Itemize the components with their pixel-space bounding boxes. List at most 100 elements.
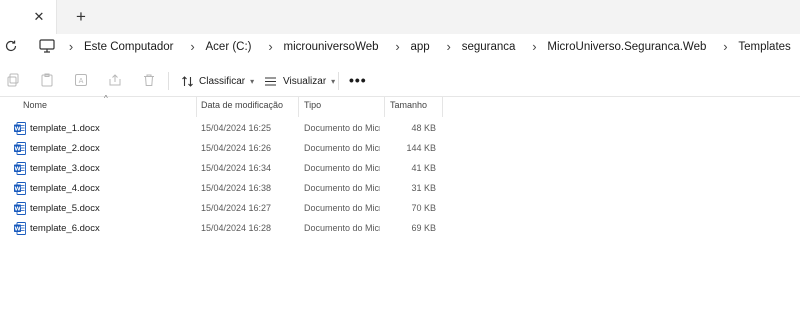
- word-document-icon: W: [14, 122, 26, 135]
- sort-label: Classificar: [199, 75, 246, 87]
- file-list: Wtemplate_1.docx 15/04/2024 16:25 Document…: [0, 119, 800, 239]
- file-size: 48 KB: [411, 123, 436, 133]
- file-date-modified: 15/04/2024 16:26: [201, 143, 272, 153]
- file-name[interactable]: template_2.docx: [30, 143, 100, 154]
- word-document-icon: W: [14, 222, 26, 235]
- view-button[interactable]: Visualizar ▾: [264, 72, 335, 90]
- chevron-right-icon[interactable]: ›: [391, 39, 405, 54]
- list-view-icon: [265, 76, 276, 86]
- svg-text:W: W: [14, 187, 20, 193]
- file-row[interactable]: Wtemplate_5.docx 15/04/2024 16:27 Document…: [0, 199, 800, 219]
- file-size: 31 KB: [411, 183, 436, 193]
- active-tab[interactable]: ✕: [0, 0, 57, 34]
- breadcrumb-item[interactable]: › Acer (C:): [184, 39, 262, 54]
- file-type: Documento do Microsoft Word: [304, 123, 380, 133]
- chevron-right-icon[interactable]: ›: [64, 39, 78, 54]
- breadcrumb-item[interactable]: › app: [389, 39, 440, 54]
- file-row[interactable]: Wtemplate_6.docx 15/04/2024 16:28 Document…: [0, 219, 800, 239]
- toolbar-separator: [338, 72, 339, 90]
- file-row[interactable]: Wtemplate_3.docx 15/04/2024 16:34 Document…: [0, 159, 800, 179]
- column-headers: ^ Nome Data de modificação Tipo Tamanho: [0, 94, 800, 117]
- file-date-modified: 15/04/2024 16:34: [201, 163, 272, 173]
- chevron-down-icon: ▾: [331, 76, 336, 86]
- column-divider[interactable]: [384, 97, 385, 117]
- copy-icon[interactable]: [6, 73, 20, 87]
- file-row[interactable]: Wtemplate_2.docx 15/04/2024 16:26 Document…: [0, 139, 800, 159]
- file-size: 70 KB: [411, 203, 436, 213]
- file-size: 41 KB: [411, 163, 436, 173]
- breadcrumb-label[interactable]: Templates: [738, 41, 790, 53]
- breadcrumb-label[interactable]: MicroUniverso.Seguranca.Web: [547, 41, 706, 53]
- breadcrumb: › Este Computador › Acer (C:) › microuniverso…: [62, 34, 800, 59]
- toolbar-separator: [168, 72, 169, 90]
- share-icon[interactable]: [108, 73, 122, 87]
- svg-text:A: A: [79, 77, 84, 85]
- refresh-icon[interactable]: [3, 38, 19, 54]
- breadcrumb-item[interactable]: › microuniversoWeb: [262, 39, 389, 54]
- delete-icon[interactable]: [142, 73, 156, 87]
- address-bar-row: › Este Computador › Acer (C:) › microuniverso…: [0, 34, 800, 59]
- sort-icon: [182, 75, 193, 87]
- file-type: Documento do Microsoft Word: [304, 163, 380, 173]
- sort-button[interactable]: Classificar ▾: [181, 72, 254, 90]
- breadcrumb-label[interactable]: seguranca: [462, 41, 516, 53]
- file-name[interactable]: template_4.docx: [30, 183, 100, 194]
- column-divider[interactable]: [442, 97, 443, 117]
- breadcrumb-item[interactable]: › seguranca: [440, 39, 526, 54]
- word-document-icon: W: [14, 162, 26, 175]
- file-row[interactable]: Wtemplate_4.docx 15/04/2024 16:38 Document…: [0, 179, 800, 199]
- chevron-right-icon[interactable]: ›: [718, 39, 732, 54]
- file-size: 144 KB: [406, 143, 436, 153]
- file-name[interactable]: template_6.docx: [30, 223, 100, 234]
- sort-ascending-icon: ^: [104, 94, 108, 103]
- computer-icon[interactable]: [39, 39, 55, 53]
- file-row[interactable]: Wtemplate_1.docx 15/04/2024 16:25 Document…: [0, 119, 800, 139]
- chevron-right-icon[interactable]: ›: [442, 39, 456, 54]
- paste-icon[interactable]: [40, 73, 54, 87]
- word-document-icon: W: [14, 182, 26, 195]
- chevron-right-icon[interactable]: ›: [186, 39, 200, 54]
- file-date-modified: 15/04/2024 16:25: [201, 123, 272, 133]
- breadcrumb-label[interactable]: Acer (C:): [206, 41, 252, 53]
- close-icon[interactable]: ✕: [31, 9, 47, 25]
- breadcrumb-item[interactable]: › Templates: [716, 39, 800, 54]
- column-header-size[interactable]: Tamanho: [390, 100, 427, 110]
- file-date-modified: 15/04/2024 16:28: [201, 223, 272, 233]
- breadcrumb-item[interactable]: › Este Computador: [62, 39, 184, 54]
- command-bar: A Classificar ▾ Visualizar ▾ •••: [0, 66, 800, 97]
- column-divider[interactable]: [298, 97, 299, 117]
- file-name[interactable]: template_5.docx: [30, 203, 100, 214]
- svg-text:W: W: [14, 147, 20, 153]
- column-header-type[interactable]: Tipo: [304, 100, 321, 110]
- file-date-modified: 15/04/2024 16:27: [201, 203, 272, 213]
- file-size: 69 KB: [411, 223, 436, 233]
- word-document-icon: W: [14, 202, 26, 215]
- file-type: Documento do Microsoft Word: [304, 143, 380, 153]
- view-label: Visualizar: [283, 75, 327, 87]
- breadcrumb-label[interactable]: app: [411, 41, 430, 53]
- chevron-right-icon[interactable]: ›: [527, 39, 541, 54]
- chevron-right-icon[interactable]: ›: [264, 39, 278, 54]
- tab-strip: ✕ +: [0, 0, 800, 34]
- plus-icon[interactable]: +: [73, 8, 89, 26]
- rename-icon[interactable]: A: [74, 73, 88, 87]
- file-type: Documento do Microsoft Word: [304, 203, 380, 213]
- file-type: Documento do Microsoft Word: [304, 183, 380, 193]
- svg-text:W: W: [14, 227, 20, 233]
- svg-text:W: W: [14, 207, 20, 213]
- word-document-icon: W: [14, 142, 26, 155]
- column-divider[interactable]: [196, 97, 197, 117]
- file-date-modified: 15/04/2024 16:38: [201, 183, 272, 193]
- column-header-name[interactable]: Nome: [23, 100, 47, 110]
- chevron-down-icon: ▾: [250, 76, 255, 86]
- file-name[interactable]: template_1.docx: [30, 123, 100, 134]
- breadcrumb-item[interactable]: › MicroUniverso.Seguranca.Web: [525, 39, 716, 54]
- breadcrumb-label[interactable]: microuniversoWeb: [284, 41, 379, 53]
- svg-text:W: W: [14, 127, 20, 133]
- more-options-button[interactable]: •••: [349, 73, 367, 87]
- file-name[interactable]: template_3.docx: [30, 163, 100, 174]
- breadcrumb-label[interactable]: Este Computador: [84, 41, 174, 53]
- svg-text:W: W: [14, 167, 20, 173]
- column-header-date[interactable]: Data de modificação: [201, 100, 283, 110]
- file-type: Documento do Microsoft Word: [304, 223, 380, 233]
